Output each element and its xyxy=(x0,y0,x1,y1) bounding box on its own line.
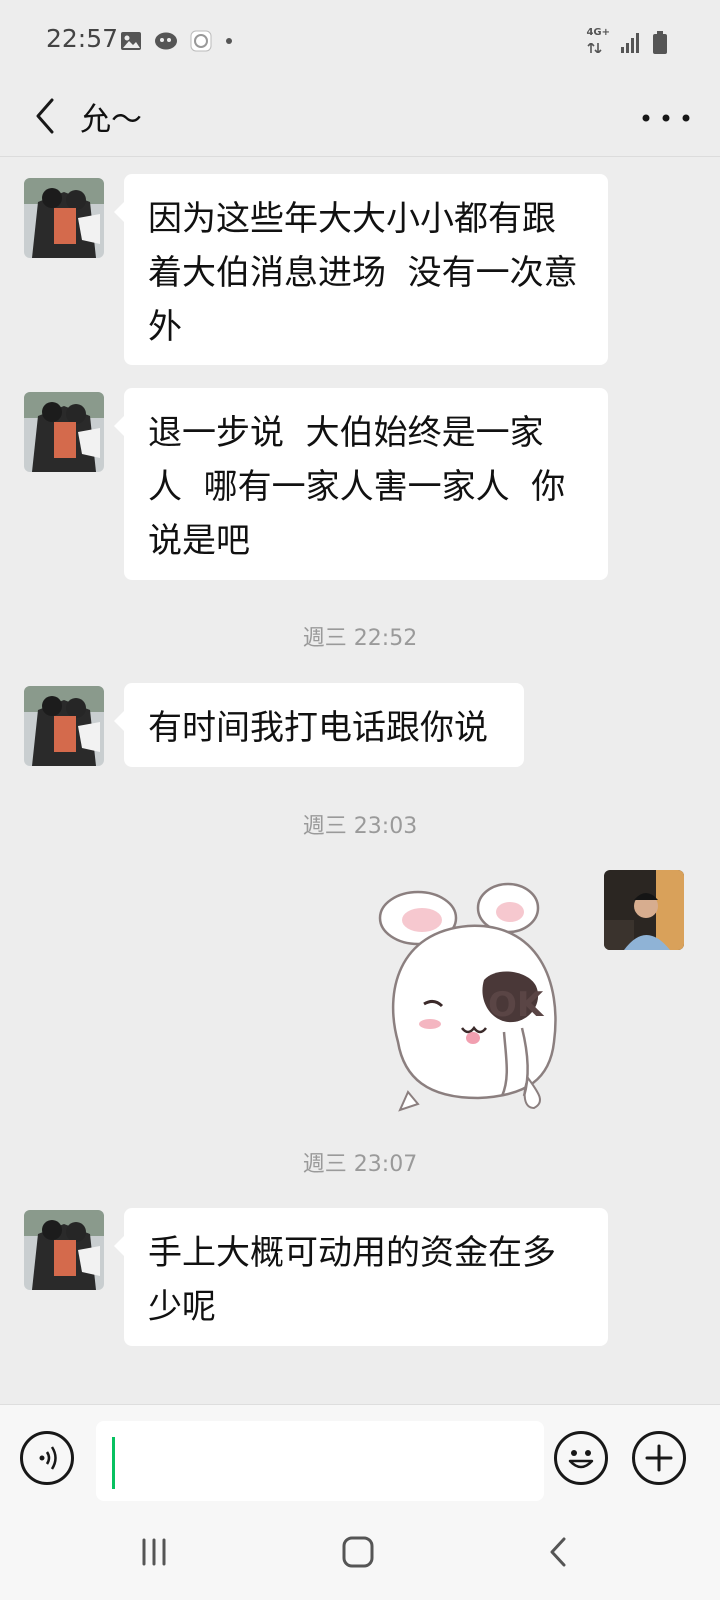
message-bubble[interactable]: 手上大概可动用的资金在多 少呢 xyxy=(114,1208,608,1346)
signal-icon xyxy=(621,32,639,53)
back-arrow-icon[interactable] xyxy=(24,94,68,138)
system-nav-bar xyxy=(0,1516,720,1600)
voice-button[interactable] xyxy=(20,1431,74,1485)
message-timestamp: 週三 22:52 xyxy=(302,626,418,651)
message-bubble[interactable]: 因为这些年大大小小都有跟 着大伯消息进场 没有一次意 外 xyxy=(114,174,608,365)
emoji-button[interactable] xyxy=(554,1431,608,1485)
voice-icon xyxy=(39,1446,57,1470)
chat-header: 允～ xyxy=(0,84,720,156)
contact-avatar[interactable] xyxy=(24,392,104,472)
text-caret xyxy=(112,1437,115,1489)
network-label: 4G+ xyxy=(586,27,610,38)
svg-text:OK: OK xyxy=(488,985,545,1025)
bunny-sticker[interactable]: OK xyxy=(378,882,578,1122)
data-arrows-icon xyxy=(587,41,603,55)
emoji-icon xyxy=(568,1450,594,1469)
message-bubble[interactable]: 退一步说 大伯始终是一家 人 哪有一家人害一家人 你 说是吧 xyxy=(114,388,608,580)
my-avatar[interactable] xyxy=(604,870,684,950)
status-time: 22:57 xyxy=(46,24,119,53)
chat-bubble-icon xyxy=(155,32,177,50)
status-system-icons: 4G+ xyxy=(586,28,668,57)
image-icon xyxy=(121,32,141,50)
more-icon[interactable] xyxy=(636,94,696,138)
contact-avatar[interactable] xyxy=(24,1210,104,1290)
battery-icon xyxy=(653,30,667,54)
chat-title: 允～ xyxy=(80,102,142,138)
plus-icon xyxy=(645,1444,673,1472)
contact-avatar[interactable] xyxy=(24,686,104,766)
recent-apps-icon[interactable] xyxy=(136,1534,172,1570)
dot-icon xyxy=(226,38,232,44)
app-icon xyxy=(190,30,212,52)
back-icon[interactable] xyxy=(540,1534,576,1570)
input-bar xyxy=(0,1404,720,1517)
home-icon[interactable] xyxy=(338,1534,378,1570)
contact-avatar[interactable] xyxy=(24,178,104,258)
message-bubble[interactable]: 有时间我打电话跟你说 xyxy=(114,683,524,767)
message-timestamp: 週三 23:03 xyxy=(302,814,418,839)
status-notification-icons xyxy=(120,28,234,54)
message-input[interactable] xyxy=(96,1421,544,1501)
status-bar: 22:57 4G+ xyxy=(0,0,720,84)
message-timestamp: 週三 23:07 xyxy=(302,1152,418,1177)
network-type: 4G+ xyxy=(586,28,610,57)
header-divider xyxy=(0,156,720,157)
plus-button[interactable] xyxy=(632,1431,686,1485)
